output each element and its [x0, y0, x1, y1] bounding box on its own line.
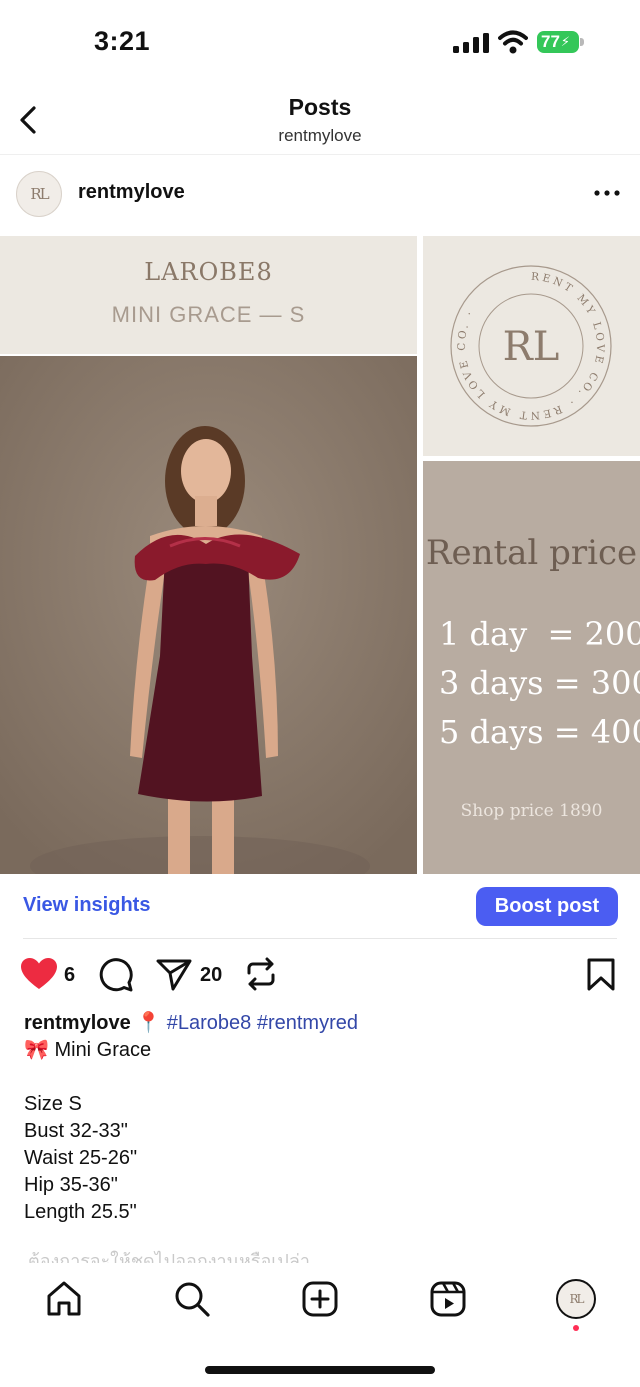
- location-pin-icon: 📍: [136, 1012, 162, 1034]
- dress-photo: [0, 356, 417, 874]
- home-icon[interactable]: [44, 1279, 84, 1319]
- post-caption: rentmylove 📍 #Larobe8 #rentmyred 🎀 Mini …: [24, 1010, 624, 1226]
- caption-line: Bust 32-33": [24, 1120, 128, 1142]
- author-avatar[interactable]: RL: [16, 171, 62, 217]
- caption-line: Waist 25-26": [24, 1147, 138, 1169]
- shop-price: Shop price 1890: [460, 801, 603, 821]
- battery-tip: [580, 38, 584, 46]
- caption-line: Length 25.5": [24, 1201, 137, 1223]
- cellular-signal-icon: [453, 33, 489, 53]
- avatar-monogram: RL: [30, 185, 49, 203]
- rent-my-love-logo: RENT MY LOVE CO. · RENT MY LOVE CO. · RL: [450, 265, 612, 427]
- post-image[interactable]: LAROBE8 MINI GRACE — S RENT MY LOVE CO. …: [0, 236, 640, 874]
- insights-divider: [23, 938, 617, 939]
- title-panel: LAROBE8 MINI GRACE — S: [0, 236, 417, 354]
- caption-line: 🎀 Mini Grace: [24, 1039, 152, 1061]
- price-line: 3 days = 300: [439, 664, 640, 702]
- charging-bolt-icon: ⚡: [560, 34, 571, 49]
- share-count[interactable]: 20: [200, 964, 222, 987]
- logo-monogram: RL: [503, 324, 560, 370]
- page-title: Posts: [288, 94, 352, 120]
- send-icon[interactable]: [156, 958, 192, 992]
- wifi-icon: [498, 30, 528, 54]
- comment-icon[interactable]: [98, 957, 134, 993]
- caption-hashtags[interactable]: #Larobe8 #rentmyred: [167, 1012, 358, 1034]
- repost-icon[interactable]: [244, 956, 278, 992]
- model-name: MINI GRACE — S: [111, 302, 306, 327]
- bookmark-icon[interactable]: [586, 958, 616, 992]
- price-line: 5 days = 400: [439, 713, 640, 751]
- page-subtitle: rentmylove: [278, 126, 362, 145]
- view-insights-link[interactable]: View insights: [23, 894, 150, 917]
- model-illustration: [0, 356, 417, 874]
- profile-tab-avatar[interactable]: RL: [556, 1279, 596, 1319]
- author-username[interactable]: rentmylove: [78, 181, 185, 204]
- profile-monogram: RL: [569, 1292, 584, 1306]
- price-title: Rental price: [425, 533, 638, 573]
- caption-line: Size S: [24, 1093, 82, 1115]
- brand-name: LAROBE8: [144, 258, 273, 286]
- price-line: 1 day = 200: [439, 615, 640, 653]
- caption-first-line: rentmylove 📍 #Larobe8 #rentmyred: [24, 1010, 624, 1037]
- price-panel: Rental price 1 day = 200 3 days = 300 5 …: [423, 461, 640, 874]
- status-time: 3:21: [94, 26, 151, 56]
- battery-level: 77: [541, 32, 560, 51]
- boost-post-button[interactable]: Boost post: [476, 887, 618, 926]
- like-count[interactable]: 6: [64, 964, 75, 987]
- battery-indicator: 77 ⚡: [537, 31, 579, 53]
- heart-icon[interactable]: [20, 957, 58, 991]
- home-indicator: [205, 1366, 435, 1374]
- caption-line: Hip 35-36": [24, 1174, 118, 1196]
- header-divider: [0, 154, 640, 155]
- logo-panel: RENT MY LOVE CO. · RENT MY LOVE CO. · RL: [423, 236, 640, 456]
- more-horizontal-icon[interactable]: [592, 186, 622, 200]
- notification-dot: [573, 1325, 579, 1331]
- plus-square-icon[interactable]: [300, 1279, 340, 1319]
- caption-username[interactable]: rentmylove: [24, 1012, 131, 1034]
- search-icon[interactable]: [172, 1279, 212, 1319]
- reels-icon[interactable]: [428, 1279, 468, 1319]
